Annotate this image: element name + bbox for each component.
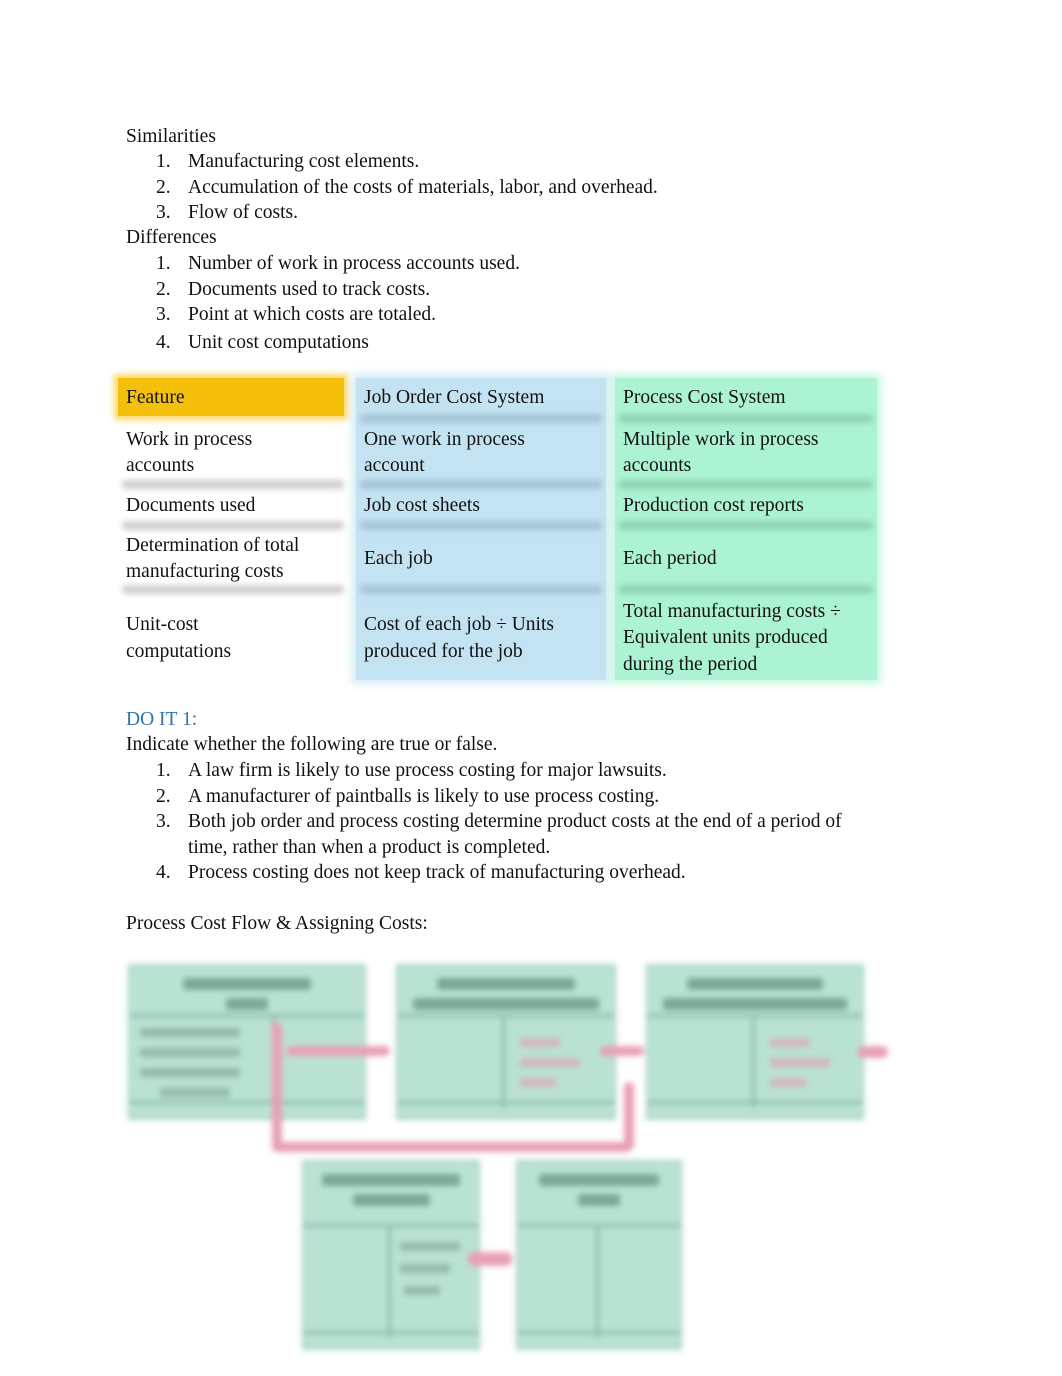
- t-account: [128, 964, 366, 1120]
- list-item: 4. Process costing does not keep track of…: [156, 862, 686, 883]
- process-cell: Each period: [623, 548, 717, 569]
- list-item: 4. Unit cost computations: [156, 331, 369, 353]
- flow-arrow: [858, 1046, 888, 1058]
- process-cell: Production cost reports: [623, 495, 804, 516]
- job-order-header: Job Order Cost System: [364, 387, 545, 408]
- list-item: 3. Flow of costs.: [156, 202, 298, 223]
- feature-cell: Unit-cost computations: [126, 614, 232, 662]
- similarities-heading: Similarities: [126, 126, 216, 147]
- flow-arrow: [600, 1046, 644, 1056]
- row-divider: [360, 521, 602, 530]
- process-cell: Total manufacturing costs ÷ Equivalent un…: [623, 601, 841, 675]
- list-item: 1. A law firm is likely to use process co…: [156, 760, 667, 781]
- feature-cell: Documents used: [126, 495, 256, 516]
- process-flow-heading: Process Cost Flow & Assigning Costs:: [126, 913, 428, 934]
- process-cell: Multiple work in process accounts: [623, 429, 819, 476]
- list-item: 2. A manufacturer of paintballs is likely…: [156, 785, 660, 807]
- job-order-cell: Job cost sheets: [364, 495, 480, 516]
- process-column: Process Cost System Multiple work in pro…: [615, 378, 877, 680]
- t-account: [396, 964, 616, 1120]
- job-order-cell: One work in process account: [364, 429, 525, 476]
- list-item: 3. Both job order and process costing det…: [156, 811, 842, 858]
- list-item: 1. Number of work in process accounts use…: [156, 253, 520, 274]
- job-order-cell: Cost of each job ÷ Units produced for the…: [364, 614, 554, 662]
- flow-arrow: [272, 1142, 632, 1152]
- flow-arrow: [624, 1082, 634, 1150]
- row-divider: [619, 414, 873, 423]
- similarities-list: 1. Manufacturing cost elements. 2. Accumul…: [126, 149, 658, 226]
- row-divider: [360, 414, 602, 423]
- feature-cell: Determination of total manufacturing cost…: [126, 535, 300, 582]
- process-cost-flow-diagram: [0, 950, 1062, 1370]
- flow-arrow: [286, 1046, 390, 1056]
- differences-heading: Differences: [126, 227, 217, 248]
- feature-cell: Work in process accounts: [126, 429, 253, 476]
- row-divider: [122, 521, 344, 530]
- row-divider: [619, 521, 873, 530]
- feature-header: Feature: [126, 387, 185, 408]
- t-account: [646, 964, 864, 1120]
- do-it-instruction: Indicate whether the following are true …: [126, 734, 498, 755]
- process-header: Process Cost System: [623, 387, 786, 408]
- t-account: [516, 1160, 682, 1350]
- t-account: [302, 1160, 480, 1350]
- row-divider: [619, 480, 873, 489]
- row-divider: [122, 585, 344, 594]
- list-item: 1. Manufacturing cost elements.: [156, 151, 420, 172]
- flow-arrow: [468, 1252, 512, 1266]
- job-order-column: Job Order Cost System One work in proces…: [356, 378, 606, 680]
- differences-list: 1. Number of work in process accounts use…: [126, 251, 520, 355]
- list-item: 2. Documents used to track costs.: [156, 278, 431, 300]
- list-item: 2. Accumulation of the costs of materials…: [156, 176, 658, 198]
- job-order-cell: Each job: [364, 548, 433, 569]
- comparison-table: Feature Work in process accounts Document…: [118, 378, 888, 683]
- do-it-title: DO IT 1:: [126, 709, 198, 730]
- row-divider: [122, 480, 344, 489]
- flow-arrow: [272, 1022, 282, 1150]
- do-it-list: 1. A law firm is likely to use process co…: [126, 758, 842, 886]
- list-item: 3. Point at which costs are totaled.: [156, 304, 437, 325]
- row-divider: [619, 585, 873, 594]
- row-divider: [360, 480, 602, 489]
- row-divider: [360, 585, 602, 594]
